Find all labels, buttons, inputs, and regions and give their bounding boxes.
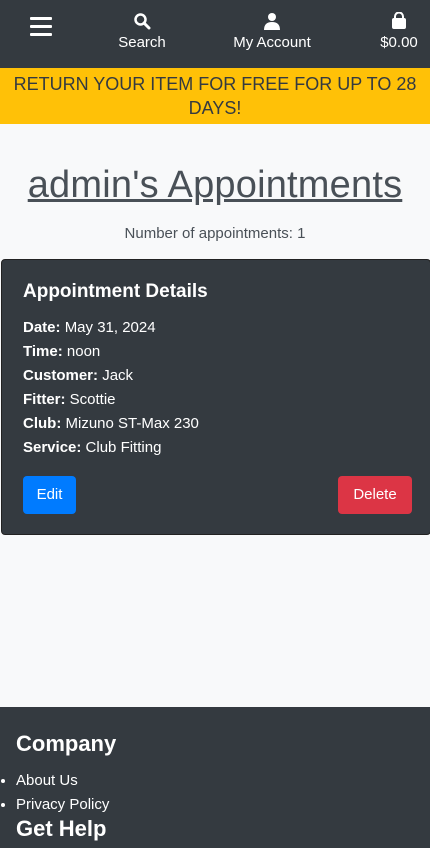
customer-value: Jack — [102, 367, 134, 384]
customer-label: Customer: — [23, 367, 99, 384]
appointment-fitter: Fitter: Scottie — [23, 388, 116, 412]
top-navbar: Search My Account $0.00 — [0, 0, 430, 68]
nav-my-account[interactable]: My Account — [226, 12, 318, 52]
footer-company-links: About Us Privacy Policy — [0, 769, 109, 817]
date-label: Date: — [23, 319, 61, 336]
service-value: Club Fitting — [85, 439, 162, 456]
footer-link-about-us[interactable]: About Us — [16, 769, 109, 793]
appointment-service: Service: Club Fitting — [23, 436, 161, 460]
footer: Company About Us Privacy Policy Get Help — [0, 707, 430, 848]
club-value: Mizuno ST-Max 230 — [65, 415, 199, 432]
appointment-card-title: Appointment Details — [23, 281, 208, 302]
club-label: Club: — [23, 415, 62, 432]
search-label: Search — [118, 34, 166, 51]
time-value: noon — [66, 343, 101, 360]
footer-help-heading: Get Help — [16, 816, 107, 841]
shopping-bag-icon — [374, 11, 424, 32]
page-title: admin's Appointments — [27, 164, 403, 206]
bag-total: $0.00 — [380, 34, 418, 51]
nav-shopping-bag[interactable]: $0.00 — [374, 11, 424, 52]
delete-button[interactable]: Delete — [338, 476, 412, 514]
nav-search[interactable]: Search — [112, 12, 172, 52]
appointment-count: Number of appointments: 1 — [124, 225, 306, 242]
edit-button[interactable]: Edit — [23, 476, 76, 514]
footer-link-privacy-policy[interactable]: Privacy Policy — [16, 793, 109, 817]
user-icon — [226, 12, 318, 32]
footer-company-heading: Company — [16, 731, 117, 756]
appointment-club: Club: Mizuno ST-Max 230 — [23, 412, 199, 436]
promo-banner-text: RETURN YOUR ITEM FOR FREE FOR UP TO 28 D… — [13, 74, 417, 118]
service-label: Service: — [23, 439, 82, 456]
search-icon — [112, 12, 172, 32]
date-value: May 31, 2024 — [64, 319, 156, 336]
hamburger-menu-icon[interactable] — [30, 17, 52, 36]
appointment-customer: Customer: Jack — [23, 364, 133, 388]
promo-banner: RETURN YOUR ITEM FOR FREE FOR UP TO 28 D… — [0, 68, 430, 124]
time-label: Time: — [23, 343, 63, 360]
appointment-date: Date: May 31, 2024 — [23, 316, 156, 340]
my-account-label: My Account — [233, 34, 311, 51]
appointment-card: Appointment Details Date: May 31, 2024 T… — [1, 259, 430, 535]
appointment-time: Time: noon — [23, 340, 100, 364]
fitter-label: Fitter: — [23, 391, 66, 408]
fitter-value: Scottie — [69, 391, 116, 408]
